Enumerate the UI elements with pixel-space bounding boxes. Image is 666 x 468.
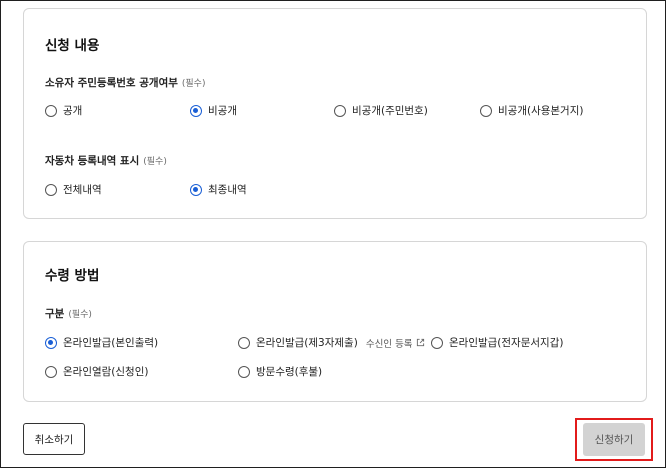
receipt-type-label: 구분 (필수): [45, 306, 92, 321]
radio-label: 비공개(주민번호): [352, 105, 428, 117]
radio-label: 공개: [63, 105, 83, 117]
radio-circle: [45, 104, 57, 117]
radio-online-third-party[interactable]: 온라인발급(제3자제출) 수신인 등록: [238, 335, 425, 350]
radio-label: 온라인발급(전자문서지갑): [449, 337, 564, 349]
radio-circle: [238, 336, 250, 349]
recipient-register-label: 수신인 등록: [365, 338, 413, 350]
radio-circle-selected: [45, 336, 57, 349]
radio-circle: [45, 183, 57, 196]
apply-content-card: 신청 내용 소유자 주민등록번호 공개여부 (필수) 공개 비공개 비공개(주민번…: [23, 8, 647, 219]
radio-visit-pickup[interactable]: 방문수령(후불): [238, 364, 322, 379]
recipient-register-link[interactable]: 수신인 등록: [366, 336, 425, 350]
radio-circle: [431, 336, 443, 349]
submit-button[interactable]: 신청하기: [583, 423, 645, 456]
required-mark: (필수): [181, 79, 206, 89]
radio-private-resident-number[interactable]: 비공개(주민번호): [334, 103, 428, 118]
radio-circle: [238, 365, 250, 378]
radio-circle: [334, 104, 346, 117]
external-link-icon: [416, 338, 424, 347]
radio-circle-selected: [190, 104, 202, 117]
radio-public[interactable]: 공개: [45, 103, 82, 118]
radio-online-self-print[interactable]: 온라인발급(본인출력): [45, 335, 158, 350]
radio-final-history[interactable]: 최종내역: [190, 182, 247, 197]
radio-label: 전체내역: [63, 184, 102, 196]
radio-online-view[interactable]: 온라인열람(신청인): [45, 364, 148, 379]
radio-label: 방문수령(후불): [256, 366, 323, 378]
receipt-method-title: 수령 방법: [45, 268, 100, 284]
radio-label: 비공개(사용본거지): [498, 105, 584, 117]
apply-content-title: 신청 내용: [45, 38, 100, 54]
receipt-type-label-text: 구분: [45, 308, 65, 320]
radio-label: 최종내역: [208, 184, 247, 196]
cancel-button[interactable]: 취소하기: [23, 423, 85, 455]
radio-label: 온라인발급(본인출력): [63, 337, 159, 349]
radio-private[interactable]: 비공개: [190, 103, 237, 118]
radio-online-e-wallet[interactable]: 온라인발급(전자문서지갑): [431, 335, 563, 350]
owner-id-disclosure-label-text: 소유자 주민등록번호 공개여부: [45, 77, 178, 89]
receipt-method-card: 수령 방법 구분 (필수) 온라인발급(본인출력) 온라인발급(제3자제출) 수신…: [23, 241, 647, 402]
required-mark: (필수): [68, 310, 92, 320]
radio-circle: [480, 104, 492, 117]
radio-label: 온라인발급(제3자제출): [256, 337, 358, 349]
radio-full-history[interactable]: 전체내역: [45, 182, 102, 197]
radio-private-base-address[interactable]: 비공개(사용본거지): [480, 103, 583, 118]
registration-history-label-text: 자동차 등록내역 표시: [45, 155, 140, 167]
radio-circle: [45, 365, 57, 378]
radio-circle-selected: [190, 183, 202, 196]
radio-label: 비공개: [208, 105, 237, 117]
owner-id-disclosure-label: 소유자 주민등록번호 공개여부 (필수): [45, 75, 205, 90]
radio-label: 온라인열람(신청인): [63, 366, 149, 378]
required-mark: (필수): [143, 157, 167, 167]
registration-history-label: 자동차 등록내역 표시 (필수): [45, 153, 167, 168]
